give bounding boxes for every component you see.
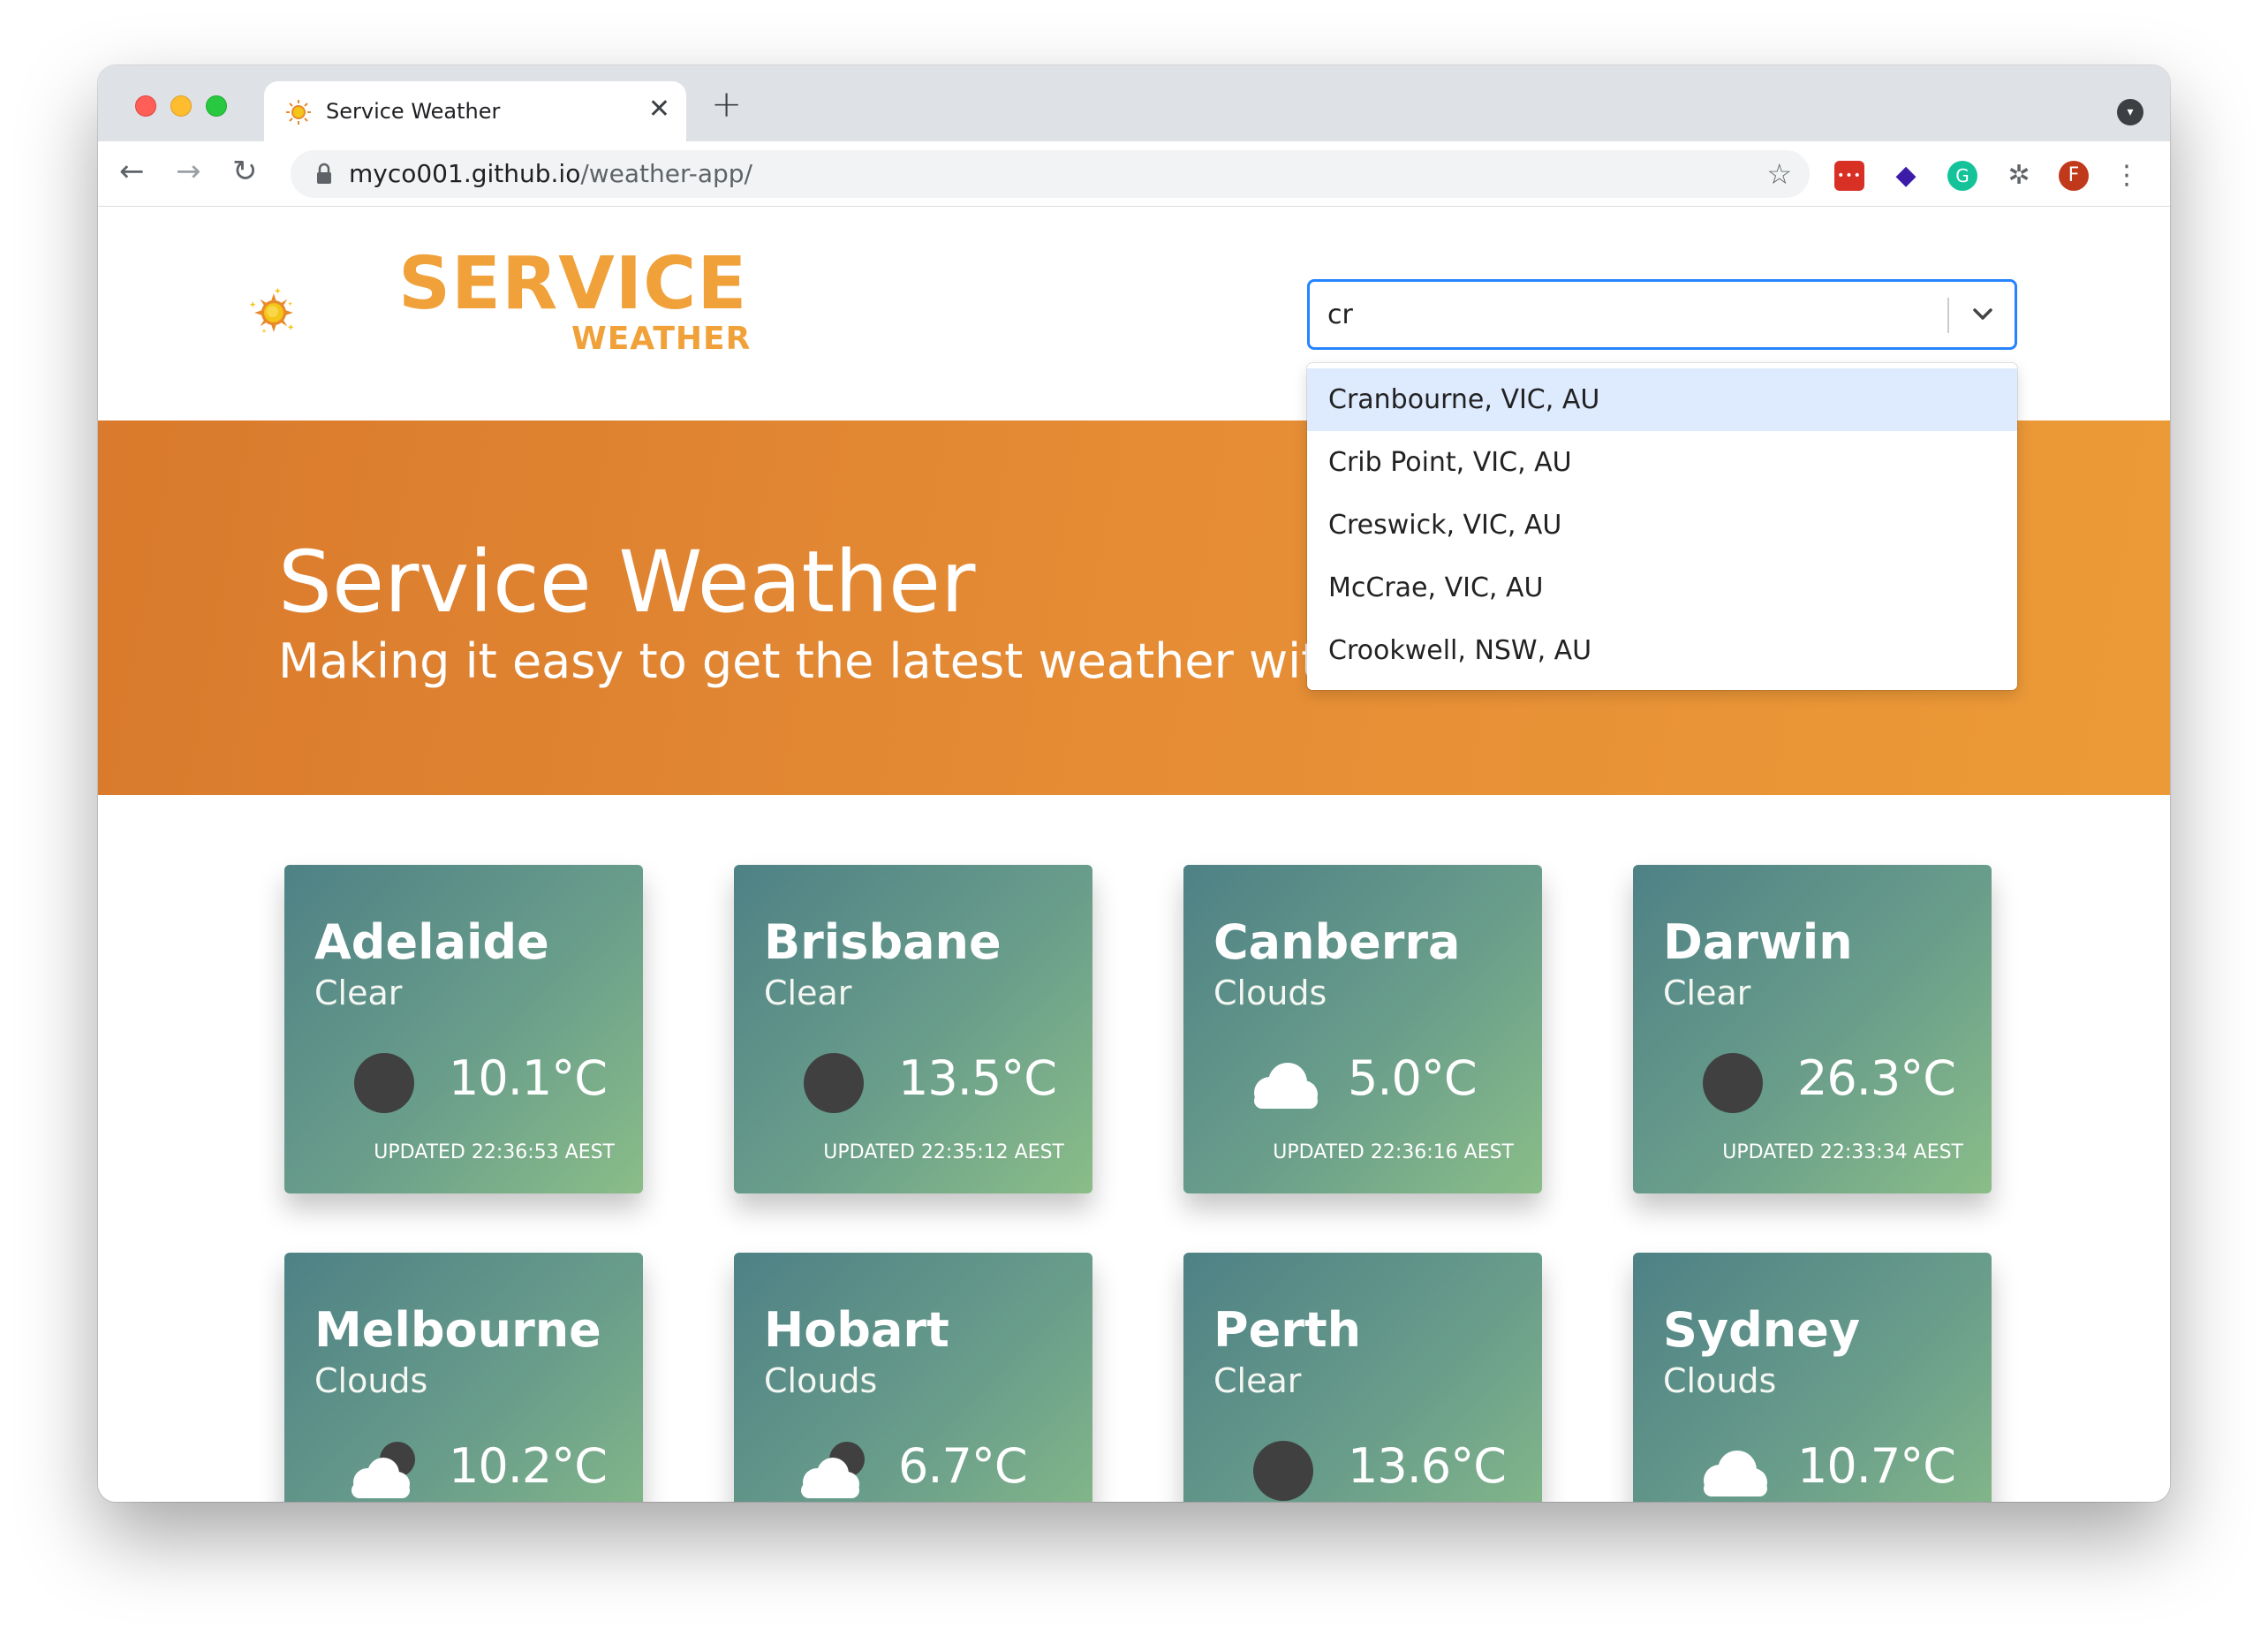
reload-icon[interactable]: ↻ [232,154,258,189]
card-temperature: 5.0°C [1348,1050,1478,1106]
card-condition: Clouds [1663,1361,1777,1400]
card-temperature: 26.3°C [1797,1050,1956,1106]
weather-card-brisbane[interactable]: Brisbane Clear 13.5°C UPDATED 22:35:12 A… [734,865,1092,1193]
back-arrow-icon[interactable]: ← [119,154,145,189]
city-option[interactable]: Cranbourne, VIC, AU [1307,368,2017,431]
card-city: Adelaide [314,914,549,970]
card-temperature: 10.2°C [449,1438,608,1494]
address-bar[interactable]: myco001.github.io/weather-app/ ☆ [291,150,1810,198]
card-city: Brisbane [764,914,1002,970]
select-separator [1947,298,1949,333]
card-city: Perth [1213,1302,1362,1358]
card-condition: Clouds [1213,974,1327,1012]
chevron-down-icon[interactable] [1965,296,2000,331]
city-options-menu: Cranbourne, VIC, AU Crib Point, VIC, AU … [1307,363,2017,690]
browser-menu-icon[interactable]: ⋮ [2113,161,2140,191]
card-temperature: 10.1°C [449,1050,608,1106]
password-manager-extension-icon[interactable]: ••• [1834,161,1864,191]
logo-wordmark-weather: WEATHER [571,321,752,357]
moon-icon [1253,1441,1313,1501]
card-updated: UPDATED 22:35:12 AEST [823,1141,1064,1163]
card-city: Darwin [1663,914,1853,970]
card-city: Hobart [764,1302,949,1358]
tab-search-icon[interactable]: ▾ [2117,99,2143,125]
page-viewport: SERVICE WEATHER cr Service Weather Makin… [98,207,2170,1502]
card-condition: Clear [314,974,403,1012]
cloudy-night-icon [801,1442,865,1498]
card-condition: Clear [764,974,852,1012]
card-condition: Clouds [764,1361,878,1400]
service-weather-logo[interactable] [248,233,407,392]
card-temperature: 13.6°C [1348,1438,1507,1494]
city-search-input[interactable]: cr [1327,298,1353,333]
cloudy-night-icon [352,1442,415,1498]
layers-extension-icon[interactable]: ◆ [1891,161,1921,191]
url-text[interactable]: myco001.github.io/weather-app/ [349,159,752,189]
card-condition: Clear [1663,974,1751,1012]
sun-favicon-icon [286,100,311,125]
cloud-icon [1704,1451,1767,1496]
weather-card-canberra[interactable]: Canberra Clouds 5.0°C UPDATED 22:36:16 A… [1183,865,1542,1193]
grammarly-extension-icon[interactable]: G [1947,161,1977,191]
bookmark-star-icon[interactable]: ☆ [1766,157,1792,191]
moon-icon [1703,1053,1763,1113]
close-window-button[interactable] [135,95,156,117]
card-temperature: 10.7°C [1797,1438,1956,1494]
forward-arrow-icon[interactable]: → [176,154,201,189]
card-city: Canberra [1213,914,1461,970]
city-option[interactable]: Crookwell, NSW, AU [1307,619,2017,682]
cloud-icon [1254,1063,1318,1109]
logo-wordmark-service: SERVICE [398,242,748,326]
hero-title: Service Weather [278,533,976,632]
card-updated: UPDATED 22:33:34 AEST [1722,1141,1963,1163]
minimize-window-button[interactable] [170,95,192,117]
weather-card-perth[interactable]: Perth Clear 13.6°C [1183,1253,1542,1502]
card-updated: UPDATED 22:36:16 AEST [1273,1141,1514,1163]
weather-card-hobart[interactable]: Hobart Clouds 6.7°C [734,1253,1092,1502]
weather-card-melbourne[interactable]: Melbourne Clouds 10.2°C [284,1253,643,1502]
city-option[interactable]: McCrae, VIC, AU [1307,557,2017,619]
browser-window: Service Weather ✕ + ▾ ← → ↻ myco001.gith… [98,65,2170,1502]
card-condition: Clouds [314,1361,428,1400]
tab-strip: Service Weather ✕ + ▾ [98,65,2170,141]
moon-icon [804,1053,864,1113]
card-city: Melbourne [314,1302,601,1358]
maximize-window-button[interactable] [206,95,227,117]
moon-icon [354,1053,414,1113]
card-city: Sydney [1663,1302,1861,1358]
city-search-select[interactable]: cr [1307,279,2017,350]
weather-card-darwin[interactable]: Darwin Clear 26.3°C UPDATED 22:33:34 AES… [1633,865,1992,1193]
extensions-puzzle-icon[interactable]: ✲ [2004,161,2034,191]
new-tab-button[interactable]: + [711,85,742,124]
card-condition: Clear [1213,1361,1302,1400]
tab-title: Service Weather [326,99,501,124]
card-updated: UPDATED 22:36:53 AEST [374,1141,615,1163]
card-temperature: 13.5°C [898,1050,1057,1106]
lock-icon [317,163,331,184]
profile-avatar[interactable]: F [2059,161,2089,191]
weather-card-adelaide[interactable]: Adelaide Clear 10.1°C UPDATED 22:36:53 A… [284,865,643,1193]
browser-toolbar: ← → ↻ myco001.github.io/weather-app/ ☆ •… [98,141,2170,207]
weather-card-sydney[interactable]: Sydney Clouds 10.7°C [1633,1253,1992,1502]
hero-subtitle: Making it easy to get the latest weather… [278,633,1441,689]
city-option[interactable]: Crib Point, VIC, AU [1307,431,2017,494]
card-temperature: 6.7°C [898,1438,1028,1494]
tab-service-weather[interactable]: Service Weather ✕ [264,81,686,141]
tab-close-icon[interactable]: ✕ [648,94,670,125]
city-option[interactable]: Creswick, VIC, AU [1307,494,2017,557]
